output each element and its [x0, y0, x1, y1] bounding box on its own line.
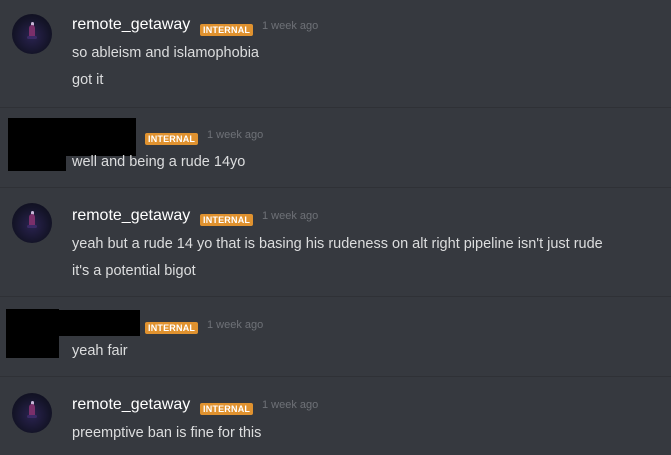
role-badge: INTERNAL: [200, 214, 254, 226]
message-group: remote_getaway INTERNAL 1 week ago preem…: [0, 377, 671, 455]
message-text: yeah fair: [72, 343, 128, 359]
redacted-username: [57, 310, 140, 336]
role-badge: INTERNAL: [145, 322, 199, 334]
avatar[interactable]: [12, 203, 52, 243]
username[interactable]: remote_getaway: [72, 396, 190, 414]
username[interactable]: remote_getaway: [72, 207, 190, 225]
username[interactable]: remote_getaway: [72, 16, 190, 34]
redacted-username: [64, 118, 136, 156]
message-text: it's a potential bigot: [72, 263, 196, 279]
redacted-avatar: [6, 309, 59, 358]
message-text: well and being a rude 14yo: [72, 154, 246, 170]
role-badge: INTERNAL: [200, 403, 254, 415]
message-group: INTERNAL 1 week ago well and being a rud…: [0, 108, 671, 187]
redacted-avatar: [8, 118, 66, 171]
role-badge: INTERNAL: [145, 133, 199, 145]
message-text: yeah but a rude 14 yo that is basing his…: [72, 236, 603, 252]
message-text: preemptive ban is fine for this: [72, 425, 262, 441]
avatar[interactable]: [12, 393, 52, 433]
timestamp: 1 week ago: [262, 399, 319, 411]
message-text: so ableism and islamophobia: [72, 45, 259, 61]
message-group: remote_getaway INTERNAL 1 week ago so ab…: [0, 0, 671, 107]
role-badge: INTERNAL: [200, 24, 254, 36]
timestamp: 1 week ago: [207, 129, 264, 141]
timestamp: 1 week ago: [207, 319, 264, 331]
message-text: got it: [72, 72, 104, 88]
message-group: remote_getaway INTERNAL 1 week ago yeah …: [0, 188, 671, 296]
avatar[interactable]: [12, 14, 52, 54]
timestamp: 1 week ago: [262, 20, 319, 32]
timestamp: 1 week ago: [262, 210, 319, 222]
message-group: INTERNAL 1 week ago yeah fair: [0, 297, 671, 376]
